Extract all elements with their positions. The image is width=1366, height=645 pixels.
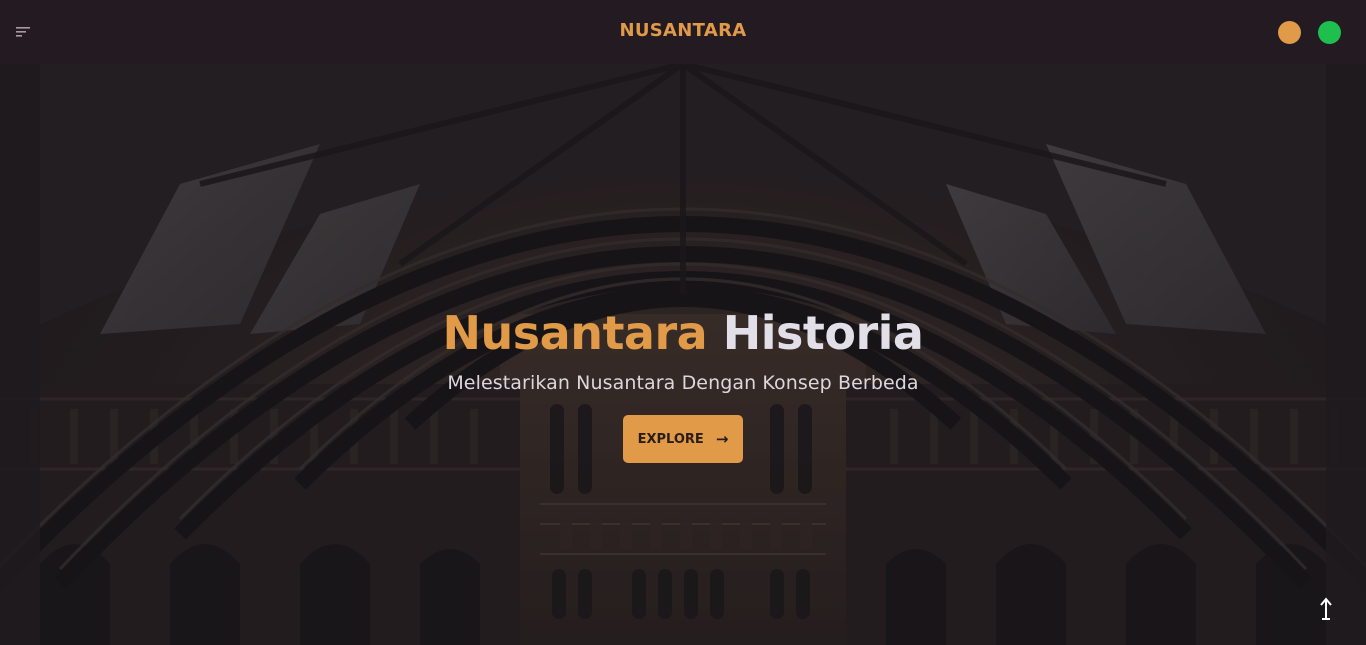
explore-button-label: EXPLORE	[637, 431, 704, 447]
arrow-up-icon[interactable]	[1316, 596, 1336, 622]
theme-toggle-orange[interactable]	[1278, 21, 1301, 44]
explore-button[interactable]: EXPLORE →	[623, 415, 743, 463]
hero-title-main: Historia	[722, 306, 924, 360]
top-navbar: NUSANTARA	[0, 0, 1366, 64]
hero-title: Nusantara Historia	[0, 306, 1366, 360]
brand-logo[interactable]: NUSANTARA	[0, 20, 1366, 41]
theme-toggle-green[interactable]	[1318, 21, 1341, 44]
hero-title-accent: Nusantara	[442, 306, 708, 360]
hero-section: Nusantara Historia Melestarikan Nusantar…	[0, 64, 1366, 645]
hero-subtitle: Melestarikan Nusantara Dengan Konsep Ber…	[447, 372, 919, 394]
arrow-right-icon: →	[715, 429, 729, 448]
